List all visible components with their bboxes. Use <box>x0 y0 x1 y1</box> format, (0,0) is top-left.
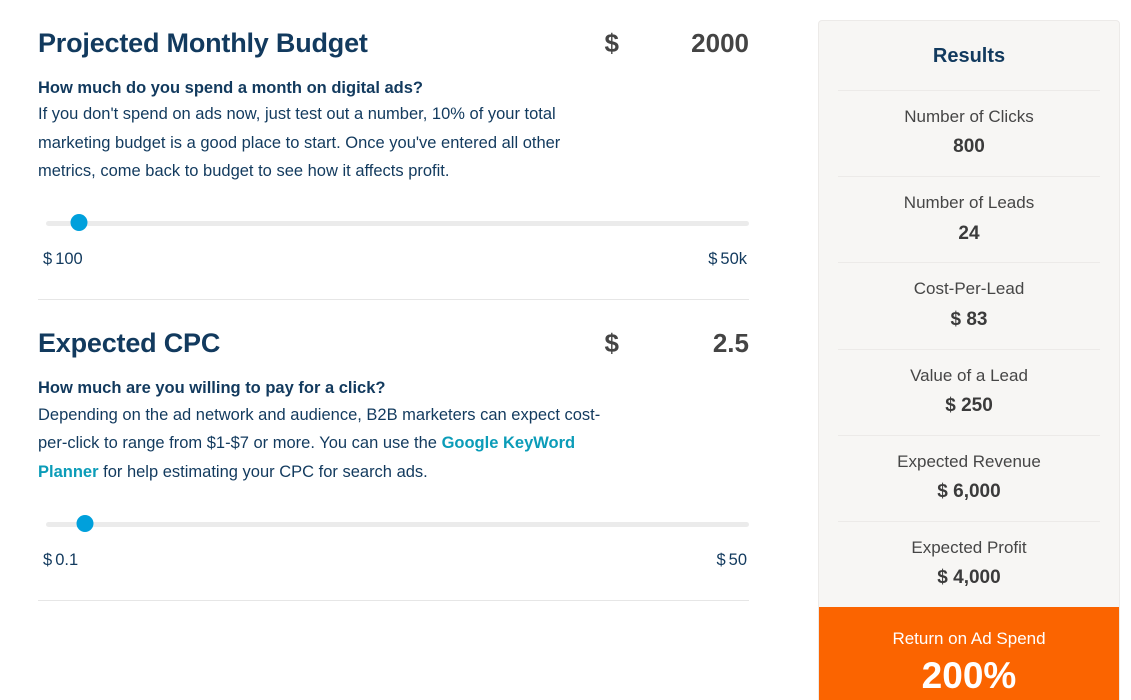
result-label: Value of a Lead <box>910 365 1028 385</box>
field-value-group: $ 2.5 <box>605 328 749 359</box>
currency-symbol: $ <box>604 328 619 359</box>
field-description: If you don't spend on ads now, just test… <box>38 100 603 185</box>
field-value-input[interactable]: 2000 <box>675 28 749 59</box>
results-panel: Results Number of Clicks 800 Number of L… <box>818 20 1120 700</box>
slider-bounds: $100 $50k <box>38 250 749 269</box>
result-value: $ 250 <box>945 394 993 416</box>
min-currency: $ <box>43 250 53 269</box>
field-title: Projected Monthly Budget <box>38 28 368 58</box>
result-label: Expected Profit <box>911 537 1027 557</box>
results-title: Results <box>932 45 1006 67</box>
min-value: 100 <box>55 250 83 269</box>
field-value-group: $ 2000 <box>605 28 749 59</box>
result-row: Number of Clicks 800 <box>838 90 1100 176</box>
field-header: Expected CPC $ 2.5 <box>38 300 749 359</box>
field-projected-monthly-budget: Projected Monthly Budget $ 2000 How much… <box>38 0 749 301</box>
field-question: How much do you spend a month on digital… <box>38 79 424 98</box>
slider-min-label: $0.1 <box>38 551 78 570</box>
description-text-after: for help estimating your CPC for search … <box>98 462 428 481</box>
field-header: Projected Monthly Budget $ 2000 <box>38 0 749 59</box>
roas-value: 200% <box>921 654 1017 696</box>
result-label: Number of Clicks <box>904 107 1034 126</box>
slider-max-label: $50k <box>708 250 749 269</box>
result-row: Value of a Lead $ 250 <box>838 348 1100 435</box>
result-label: Number of Leads <box>903 193 1035 213</box>
slider-max-label: $50 <box>716 551 749 570</box>
slider-bounds: $0.1 $50 <box>38 551 749 570</box>
field-title: Expected CPC <box>38 328 221 359</box>
result-value: $ 83 <box>950 308 988 330</box>
result-row: Expected Revenue $ 6,000 <box>838 434 1100 521</box>
max-currency: $ <box>708 250 718 269</box>
cpc-slider[interactable] <box>38 514 749 534</box>
slider-thumb[interactable] <box>76 514 94 532</box>
result-row: Expected Profit $ 4,000 <box>838 520 1100 607</box>
result-row: Cost-Per-Lead $ 83 <box>838 262 1100 348</box>
field-expected-cpc: Expected CPC $ 2.5 How much are you will… <box>38 300 749 601</box>
result-label: Expected Revenue <box>897 451 1041 471</box>
results-rows: Number of Clicks 800 Number of Leads 24 … <box>819 90 1119 607</box>
return-on-ad-spend-banner: Return on Ad Spend 200% <box>819 607 1119 700</box>
result-label: Cost-Per-Lead <box>913 279 1025 299</box>
roas-label: Return on Ad Spend <box>892 629 1046 649</box>
max-value: 50 <box>728 550 747 569</box>
section-divider <box>38 599 749 601</box>
result-value: $ 4,000 <box>937 567 1001 589</box>
slider-min-label: $100 <box>38 250 83 269</box>
roas-calculator-page: Projected Monthly Budget $ 2000 How much… <box>0 0 1131 700</box>
slider-thumb[interactable] <box>70 214 88 232</box>
min-value: 0.1 <box>55 550 79 569</box>
result-value: 24 <box>958 222 980 244</box>
result-value: $ 6,000 <box>937 481 1001 503</box>
result-value: 800 <box>953 136 985 158</box>
max-currency: $ <box>716 550 726 569</box>
field-value-input[interactable]: 2.5 <box>675 328 749 359</box>
field-description: Depending on the ad network and audience… <box>38 401 603 486</box>
slider-track[interactable] <box>46 521 749 527</box>
currency-symbol: $ <box>604 28 619 58</box>
field-question: How much are you willing to pay for a cl… <box>38 379 386 398</box>
slider-track[interactable] <box>46 221 749 227</box>
calculator-column: Projected Monthly Budget $ 2000 How much… <box>0 0 787 700</box>
result-row: Number of Leads 24 <box>838 176 1100 262</box>
max-value: 50k <box>720 250 747 269</box>
min-currency: $ <box>43 550 53 569</box>
description-text-before: If you don't spend on ads now, just test… <box>38 105 561 181</box>
budget-slider[interactable] <box>38 214 749 233</box>
